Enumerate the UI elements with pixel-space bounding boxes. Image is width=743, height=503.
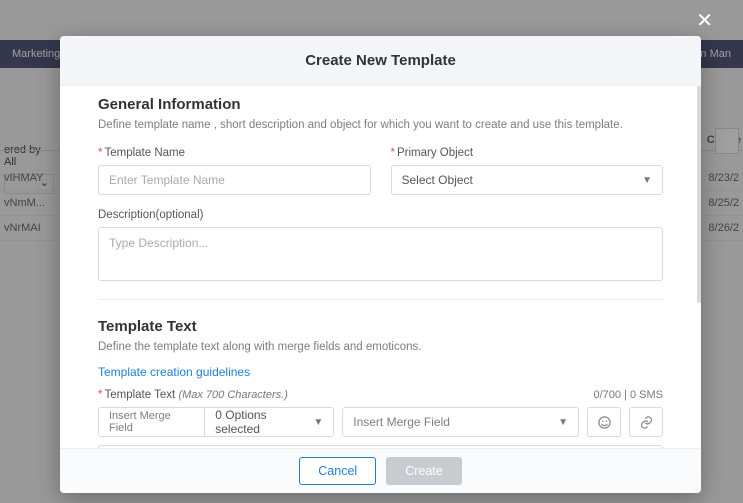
emoji-icon — [597, 415, 612, 430]
link-icon — [639, 415, 654, 430]
chevron-down-icon: ▼ — [558, 417, 568, 428]
link-button[interactable] — [629, 407, 663, 437]
guidelines-link[interactable]: Template creation guidelines — [98, 365, 250, 379]
chevron-down-icon: ▼ — [313, 417, 323, 428]
cancel-button[interactable]: Cancel — [299, 457, 376, 485]
create-template-modal: Create New Template General Information … — [60, 36, 701, 493]
description-input[interactable] — [98, 227, 663, 281]
template-name-input[interactable] — [98, 165, 371, 195]
primary-object-select[interactable]: Select Object ▼ — [391, 165, 664, 195]
general-section-title: General Information — [98, 96, 663, 113]
emoji-button[interactable] — [587, 407, 621, 437]
general-section-subtitle: Define template name , short description… — [98, 117, 663, 133]
template-text-input[interactable] — [98, 445, 663, 448]
modal-scroll-area[interactable]: General Information Define template name… — [60, 86, 701, 448]
scrollbar[interactable] — [697, 86, 701, 303]
primary-object-label: *Primary Object — [391, 147, 664, 159]
section-divider — [98, 299, 663, 300]
merge-field-select[interactable]: 0 Options selected ▼ — [204, 407, 334, 437]
template-text-section-title: Template Text — [98, 318, 663, 335]
char-counter: 0/700 | 0 SMS — [593, 389, 663, 401]
close-icon[interactable]: ✕ — [696, 8, 713, 33]
template-text-label: *Template Text (Max 700 Characters.) — [98, 389, 288, 401]
modal-footer: Cancel Create — [60, 448, 701, 493]
template-name-label: *Template Name — [98, 147, 371, 159]
chevron-down-icon: ▼ — [642, 175, 652, 186]
create-button[interactable]: Create — [386, 457, 462, 485]
merge-field-label: Insert Merge Field — [98, 407, 204, 437]
merge-field-select-2[interactable]: Insert Merge Field ▼ — [342, 407, 579, 437]
description-label: Description(optional) — [98, 209, 663, 221]
template-text-section-subtitle: Define the template text along with merg… — [98, 339, 663, 355]
modal-title: Create New Template — [60, 36, 701, 86]
